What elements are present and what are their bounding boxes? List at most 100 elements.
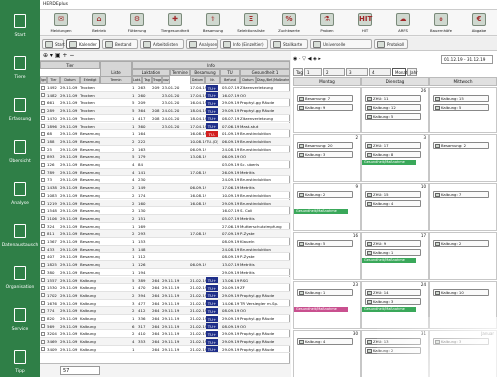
calendar-event[interactable]: Kalbung: 1 — [365, 249, 421, 256]
calendar-event[interactable]: Besamung: 20 — [297, 142, 353, 149]
view-tab-jahr[interactable]: Jahr — [407, 68, 418, 76]
row-checkbox[interactable] — [41, 208, 45, 213]
table-row[interactable]: 893 29.11.09 Besamung 5 179 13.08.19 06.09.19 O… — [40, 153, 290, 161]
tab-stallkarte[interactable]: Stallkarte — [270, 39, 308, 49]
ribbon-button-betrieb[interactable]: ⌂ Betrieb — [80, 11, 118, 35]
health-bar[interactable]: Gesundheit/Maßnahme — [362, 258, 416, 263]
column-header-8[interactable]: voz. Kalb. — [162, 76, 170, 84]
ribbon-button-arfs[interactable]: ☁ ARFS — [384, 11, 422, 35]
sidebar-item-übersicht[interactable]: Übersicht — [0, 130, 40, 174]
view-tab-4-wochen[interactable]: 4 Wochen — [369, 68, 391, 82]
row-checkbox[interactable] — [41, 239, 45, 244]
table-row[interactable]: 774 29.11.09 Kalbung 2 412 264 29.11.19 21.02.1… — [40, 307, 290, 315]
health-bar[interactable]: Gesundheit/Maßnahme — [294, 307, 348, 312]
tab-analysen[interactable]: Analysen — [186, 39, 218, 49]
health-bar[interactable]: Gesundheit/Maßnahme — [362, 160, 416, 165]
tab-universelle-auswertungen[interactable]: Universelle Auswertungen — [310, 39, 372, 56]
list-toolbar[interactable]: ⊕ ▾ ▣ + − — [40, 51, 290, 61]
health-bar[interactable]: Gesundheit/Maßnahme — [294, 209, 348, 214]
row-checkbox[interactable] — [41, 231, 45, 236]
calendar-event[interactable]: Kalbung: 12 — [365, 104, 421, 111]
calendar-event[interactable]: Kalbung: 1 — [297, 289, 353, 296]
calendar-event[interactable]: Kalbung: 5 — [433, 104, 489, 111]
calendar-event[interactable]: Kalbung: 2 — [365, 347, 421, 354]
table-row[interactable]: 3204 29.11.09 Kalbung 2 410 264 29.11.19 21.02.… — [40, 330, 290, 339]
table-row[interactable]: 1083 29.11.09 Besamung 2 174 16.08.19 10.09.19… — [40, 192, 290, 200]
calendar-event[interactable]: ZHU: 15 — [365, 191, 421, 198]
calendar-event[interactable]: Kalbung: 2 — [433, 240, 489, 247]
table-row[interactable]: 324 29.11.09 Besamung 1 169 27.06.19 Muttersch… — [40, 223, 290, 231]
table-row[interactable]: 1825 29.11.09 Besamung 1 126 06.09.19 13.07.19… — [40, 261, 290, 269]
table-row[interactable]: 1438 29.11.09 Besamung 2 149 06.09.19 17.06.19… — [40, 184, 290, 192]
table-row[interactable]: 73 29.11.09 Besamung 4 230 24.09.19 Brunstindu… — [40, 176, 290, 185]
health-bar[interactable]: Gesundheit/Maßnahme — [362, 307, 416, 312]
column-header-1[interactable]: Tier — [47, 76, 60, 84]
tab-start[interactable]: Start — [42, 39, 65, 49]
calendar-event[interactable]: ZHU: 9 — [365, 240, 421, 247]
row-checkbox[interactable] — [41, 100, 45, 105]
row-checkbox[interactable] — [41, 93, 45, 98]
calendar-event[interactable]: ZHU: 14 — [365, 289, 421, 296]
table-row[interactable]: 1492 29.11.09 Trocken 1 263 209 23.01.20 17.04.… — [40, 84, 290, 92]
table-row[interactable]: 820 29.11.09 Kalbung 1 336 264 29.11.19 21.02.1… — [40, 315, 290, 323]
calendar-event[interactable]: Kalbung: 5 — [365, 113, 421, 120]
table-row[interactable]: 68 29.11.09 Besamung 1 164 16.08.19 TU- 01.09.1… — [40, 130, 290, 138]
sidebar-item-datenaustausch[interactable]: Datenaustausch — [0, 214, 40, 258]
row-checkbox[interactable] — [41, 339, 45, 344]
calendar-event[interactable]: Besamung: 7 — [297, 95, 353, 102]
calendar-event[interactable]: Kalbung: 8 — [365, 151, 421, 158]
column-header-10[interactable]: Nr. — [205, 76, 220, 84]
sidebar-item-tiere[interactable]: Tiere — [0, 46, 40, 90]
column-header-12[interactable]: Datum — [240, 76, 256, 84]
column-header-6[interactable]: Tag — [142, 76, 152, 84]
row-checkbox[interactable] — [41, 262, 45, 267]
row-checkbox[interactable] — [41, 324, 45, 329]
calendar-event[interactable]: ZHU: 17 — [365, 142, 421, 149]
sidebar-item-analyse[interactable]: Analyse — [0, 172, 40, 216]
ribbon-button-fütterung[interactable]: ⚙ Fütterung — [118, 11, 156, 35]
ribbon-button-meldungen[interactable]: ✉ Meldungen — [42, 11, 80, 35]
row-checkbox[interactable] — [41, 316, 45, 321]
view-tab-1-woche[interactable]: 1 Woche — [304, 68, 322, 82]
column-header-2[interactable]: Datum — [60, 76, 80, 84]
table-row[interactable]: 25 29.11.09 Besamung 2 163 06.09.19 24.08.19 Br… — [40, 146, 290, 154]
view-tab-tag[interactable]: Tag — [293, 68, 303, 76]
sidebar-item-start[interactable]: Start — [0, 4, 40, 48]
row-checkbox[interactable] — [41, 177, 45, 182]
row-checkbox[interactable] — [41, 170, 45, 175]
ribbon-button-tiergesundheit[interactable]: ✚ Tiergesundheit — [156, 11, 194, 35]
column-header-13[interactable]: Diag./Bef./Maßnahme — [256, 76, 290, 84]
ribbon-button-selektionsliste[interactable]: Ξ Selektionsliste — [232, 11, 270, 35]
row-checkbox[interactable] — [41, 154, 45, 159]
calendar-event[interactable]: Kalbung: 3 — [365, 298, 421, 305]
table-row[interactable]: 661 29.11.09 Trocken 5 209 23.01.20 16.04.19 TU… — [40, 99, 290, 108]
row-checkbox[interactable] — [41, 124, 45, 128]
view-tab-2-wochen[interactable]: 2 Wochen — [323, 68, 345, 82]
row-checkbox[interactable] — [41, 162, 45, 167]
calendar-nav[interactable]: ◉ · ▽ ◀ ◈ ▸ — [293, 56, 321, 62]
row-checkbox[interactable] — [41, 224, 45, 229]
column-header-9[interactable]: Datum — [190, 76, 205, 84]
tab-arbeitslisten[interactable]: Arbeitslisten — [140, 39, 184, 49]
row-checkbox[interactable] — [41, 308, 45, 313]
sidebar-item-erfassung[interactable]: Erfassung — [0, 88, 40, 132]
table-row[interactable]: 569 29.11.09 Kalbung 6 317 264 29.11.19 21.02.1… — [40, 322, 290, 331]
table-row[interactable]: 433 29.11.09 Besamung 3 148 24.08.19 Brunstind… — [40, 245, 290, 254]
row-checkbox[interactable] — [41, 85, 45, 90]
table-row[interactable]: 1896 29.11.09 Trocken 1 360 23.01.20 17.04.19 T… — [40, 122, 290, 131]
column-header-0[interactable]: Ign. — [40, 76, 47, 84]
calendar-event[interactable]: Kalbung: 2 — [297, 191, 353, 198]
table-row[interactable]: 789 29.11.09 Besamung 4 141 17.08.19 26.09.19 M… — [40, 168, 290, 177]
table-row[interactable]: 1219 29.11.09 Besamung 2 160 16.08.19 29.09.19… — [40, 199, 290, 208]
calendar-event[interactable]: ZHU: 11 — [365, 95, 421, 102]
calendar-event[interactable]: ZHU: 13 — [365, 338, 421, 345]
row-checkbox[interactable] — [41, 247, 45, 252]
table-row[interactable]: 1676 29.11.09 Kalbung 3 477 264 29.11.19 21.02.… — [40, 300, 290, 308]
ribbon-button-abgabe[interactable]: € Abgabe — [460, 11, 497, 35]
column-header-3[interactable]: Erledigt — [80, 76, 100, 84]
row-checkbox[interactable] — [41, 193, 45, 198]
row-checkbox[interactable] — [41, 270, 45, 275]
row-checkbox[interactable] — [41, 216, 45, 221]
row-checkbox[interactable] — [41, 185, 45, 190]
tab-bestand[interactable]: Bestand — [102, 39, 138, 49]
